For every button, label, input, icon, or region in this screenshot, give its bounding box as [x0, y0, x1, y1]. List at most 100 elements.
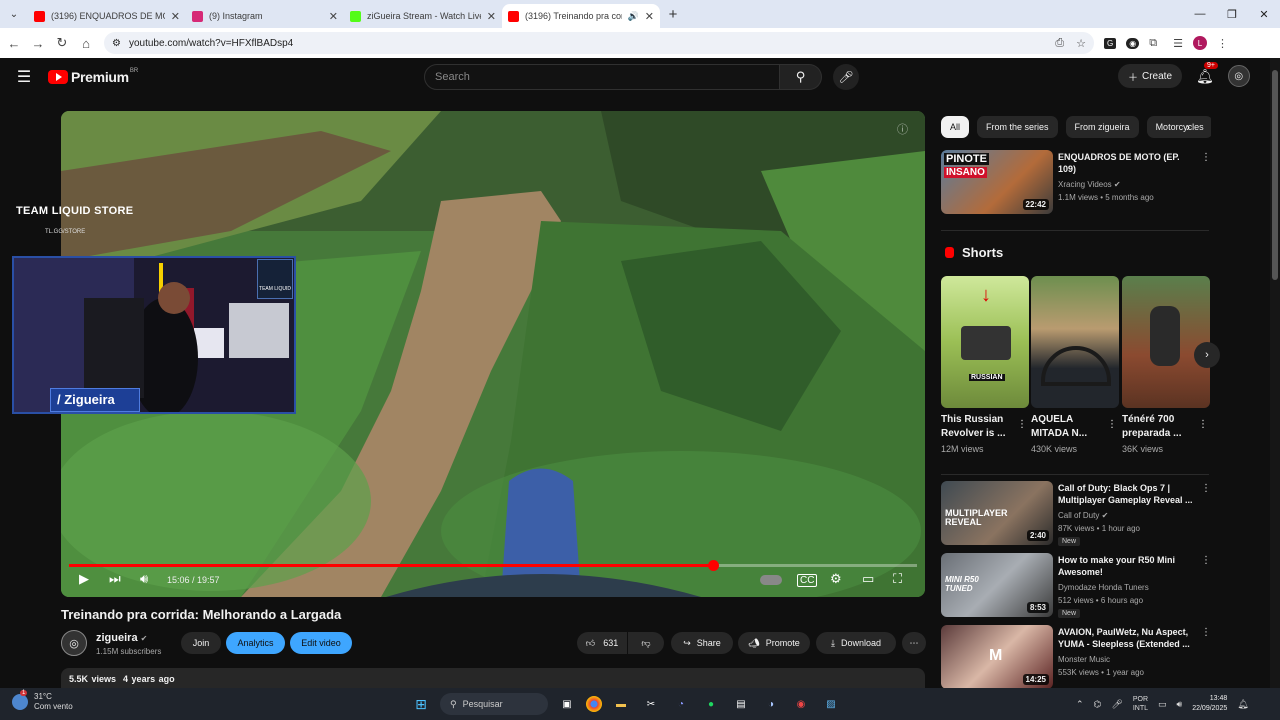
extension-circle-icon[interactable]: ◉ [1126, 37, 1140, 49]
system-clock[interactable]: 13:48 22/09/2025 [1192, 694, 1227, 714]
network-icon[interactable]: ⌬ [1094, 699, 1102, 710]
like-button[interactable]: 👍︎ 631 [577, 632, 627, 654]
windows-start-icon[interactable]: ⊞ [410, 693, 432, 715]
recommended-video[interactable]: MINI R50 TUNED 8:53 How to make your R50… [941, 553, 1211, 619]
notification-center-icon[interactable]: 🔔︎ [1237, 699, 1248, 710]
home-icon[interactable]: ⌂ [74, 36, 98, 51]
chip-from-series[interactable]: From the series [977, 116, 1058, 138]
install-app-icon[interactable]: ⎙ [1055, 37, 1064, 50]
close-icon[interactable]: ✕ [487, 10, 496, 23]
chip-all[interactable]: All [941, 116, 970, 138]
close-icon[interactable]: ✕ [171, 10, 180, 23]
back-icon[interactable]: ← [2, 36, 26, 51]
display-icon[interactable]: ▭ [1158, 699, 1167, 710]
terminal-icon[interactable]: ▤ [730, 693, 752, 715]
analytics-button[interactable]: Analytics [226, 632, 285, 654]
weather-widget[interactable]: 1 31°C Com vento [12, 690, 73, 712]
video-thumbnail[interactable]: MULTIPLAYER REVEAL 2:40 [941, 481, 1053, 545]
theater-mode-icon[interactable]: ▭ [862, 571, 874, 587]
scrubber-handle[interactable] [708, 560, 720, 571]
autoplay-toggle[interactable] [760, 575, 782, 585]
more-options-icon[interactable]: ⋮ [1201, 627, 1211, 638]
profile-avatar[interactable]: L [1192, 36, 1207, 50]
subtitles-icon[interactable]: CC [797, 574, 818, 587]
short-item[interactable]: AQUELA MITADA N... 430K views ⋮ [1031, 276, 1119, 454]
play-icon[interactable]: ▶ [79, 571, 89, 587]
microphone-icon[interactable]: 🎤︎ [1111, 699, 1122, 710]
channel-avatar[interactable]: ◎ [61, 630, 87, 656]
short-thumbnail[interactable] [1031, 276, 1119, 408]
more-actions-button[interactable]: ⋯ [902, 632, 926, 654]
scrollbar-thumb[interactable] [1272, 70, 1278, 280]
snipping-tool-icon[interactable]: ✂ [640, 693, 662, 715]
spotify-icon[interactable]: ● [700, 693, 722, 715]
bookmark-star-icon[interactable]: ☆ [1076, 37, 1086, 50]
close-icon[interactable]: ✕ [329, 10, 338, 23]
edit-video-button[interactable]: Edit video [290, 632, 352, 654]
chrome-icon[interactable] [586, 696, 602, 712]
close-icon[interactable]: ✕ [645, 10, 654, 23]
settings-gear-icon[interactable]: ⚙ [830, 571, 842, 587]
video-thumbnail[interactable]: MINI R50 TUNED 8:53 [941, 553, 1053, 617]
browser-menu-icon[interactable]: ⋮ [1217, 37, 1228, 50]
site-info-icon[interactable]: ⚙ [112, 38, 121, 49]
channel-name[interactable]: zigueira ✔ [96, 632, 147, 644]
video-thumbnail[interactable]: PINOTE INSANO 22:42 [941, 150, 1053, 214]
more-options-icon[interactable]: ⋮ [1198, 419, 1208, 430]
browser-tab-4[interactable]: (3196) Treinando pra corrid 🔊 ✕ [502, 4, 660, 28]
video-thumbnail[interactable]: M 14:25 [941, 625, 1053, 689]
search-input[interactable] [424, 64, 781, 90]
taskbar-search[interactable]: ⚲ Pesquisar [440, 693, 548, 715]
task-view-icon[interactable]: ▣ [556, 693, 578, 715]
dislike-button[interactable]: 👎︎ [628, 632, 664, 654]
promote-button[interactable]: 📣︎ Promote [738, 632, 810, 654]
fullscreen-icon[interactable]: ⛶ [893, 571, 902, 587]
more-options-icon[interactable]: ⋮ [1017, 419, 1027, 430]
shorts-next-button[interactable]: › [1194, 342, 1220, 368]
steam-icon[interactable]: ◑ [760, 693, 782, 715]
create-button[interactable]: ＋ Create [1118, 64, 1183, 88]
recommended-video[interactable]: M 14:25 AVAION, PaulWetz, Nu Aspect, YUM… [941, 625, 1211, 691]
reload-icon[interactable]: ↻ [50, 35, 74, 51]
more-options-icon[interactable]: ⋮ [1201, 483, 1211, 494]
speaker-icon[interactable]: 🔊︎ [1177, 699, 1183, 710]
tab-search-icon[interactable]: ⌄ [0, 9, 28, 20]
extension-g-icon[interactable]: G [1104, 37, 1117, 49]
recommended-video[interactable]: MULTIPLAYER REVEAL 2:40 Call of Duty: Bl… [941, 481, 1211, 547]
language-indicator[interactable]: POR INTL [1133, 695, 1148, 713]
search-button[interactable]: ⚲ [780, 64, 822, 90]
more-options-icon[interactable]: ⋮ [1107, 419, 1117, 430]
restore-icon[interactable]: ❐ [1216, 8, 1248, 21]
browser-tab-1[interactable]: (3196) ENQUADROS DE MOTO ✕ [28, 4, 186, 28]
notifications-button[interactable]: 🔔︎ 9+ [1196, 61, 1218, 85]
short-thumbnail[interactable] [1122, 276, 1210, 408]
more-options-icon[interactable]: ⋮ [1201, 152, 1211, 163]
discord-icon[interactable]: ◔ [670, 693, 692, 715]
photos-icon[interactable]: ▨ [820, 693, 842, 715]
reading-list-icon[interactable]: ☰ [1173, 37, 1183, 50]
progress-bar[interactable] [69, 560, 917, 571]
recommended-video[interactable]: PINOTE INSANO 22:42 ENQUADROS DE MOTO (E… [941, 150, 1211, 216]
forward-icon[interactable]: → [26, 36, 50, 51]
hamburger-menu-icon[interactable]: ☰ [0, 67, 48, 87]
minimize-icon[interactable]: — [1184, 8, 1216, 21]
short-item[interactable]: Ténéré 700 preparada ... 36K views ⋮ [1122, 276, 1210, 454]
download-button[interactable]: ⤓ Download [816, 632, 896, 654]
speaker-icon[interactable]: 🔊 [628, 11, 639, 22]
short-thumbnail[interactable]: ↓ RUSSIAN [941, 276, 1029, 408]
address-bar[interactable]: ⚙ youtube.com/watch?v=HFXflBADsp4 ⎙ ☆ [104, 32, 1094, 54]
volume-icon[interactable]: 🔊︎ [140, 571, 148, 587]
chevron-up-icon[interactable]: ⌃ [1076, 699, 1084, 710]
youtube-premium-logo[interactable]: Premium BR [48, 68, 138, 85]
new-tab-button[interactable]: + [660, 6, 686, 23]
account-avatar[interactable]: ◎ [1227, 65, 1250, 87]
browser-tab-3[interactable]: ziGueira Stream - Watch Live on ✕ [344, 4, 502, 28]
voice-search-button[interactable]: 🎤︎ [833, 64, 859, 90]
browser-tab-2[interactable]: (9) Instagram ✕ [186, 4, 344, 28]
info-icon[interactable]: ⓘ [897, 121, 908, 137]
extensions-puzzle-icon[interactable]: ⧉ [1149, 37, 1157, 50]
more-options-icon[interactable]: ⋮ [1201, 555, 1211, 566]
close-window-icon[interactable]: ✕ [1248, 8, 1280, 21]
file-explorer-icon[interactable]: ▬ [610, 693, 632, 715]
short-item[interactable]: ↓ RUSSIAN This Russian Revolver is ... 1… [941, 276, 1029, 454]
